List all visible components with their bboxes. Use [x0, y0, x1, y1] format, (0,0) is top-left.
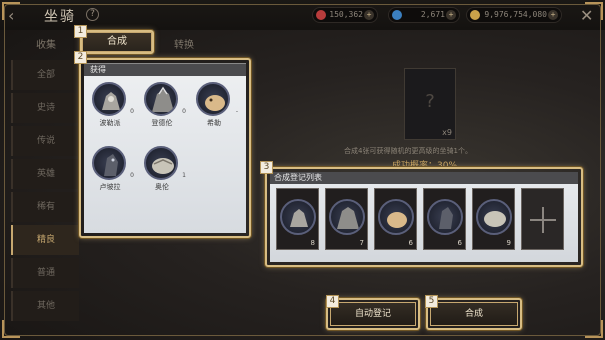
mount-level: - [235, 108, 238, 115]
card-count: 6 [408, 239, 413, 247]
mount-xile-icon [196, 82, 230, 116]
page-title: 坐骑 [44, 9, 76, 25]
mount-name: 波勒派 [99, 119, 121, 127]
acquired-title: 获得 [84, 64, 246, 76]
register-card[interactable]: 6 [374, 188, 417, 250]
currency-gold: 9,976,754,080 + [466, 7, 562, 23]
register-list-title: 合成登记列表 [270, 172, 578, 184]
tutorial-badge-2: 2 [74, 51, 87, 64]
mount-card-1-icon [280, 199, 316, 235]
category-item[interactable]: 英雄 [11, 159, 79, 189]
register-card[interactable]: 8 [276, 188, 319, 250]
tutorial-badge-5: 5 [425, 295, 438, 308]
game-screen: ‹ 坐骑 ? 150,362 + 2,671 + 9,976,754,080 +… [0, 0, 605, 340]
mount-card-2-icon [329, 199, 365, 235]
card-count: 8 [310, 239, 315, 247]
mount-level: 0 [182, 108, 186, 115]
top-bar: ‹ 坐骑 ? 150,362 + 2,671 + 9,976,754,080 +… [0, 0, 605, 30]
currency-blue-value: 2,671 [420, 10, 445, 19]
mount-name: 卢坡拉 [99, 183, 121, 191]
mount-item[interactable]: 0 波勒派 [92, 82, 134, 128]
gold-coin-icon [470, 10, 480, 20]
category-item[interactable]: 其他 [11, 291, 79, 321]
mount-item[interactable]: 0 卢坡拉 [92, 146, 134, 192]
card-count: 6 [457, 239, 462, 247]
synthesis-description: 合成4张可获得随机的更高级的坐骑1个。 [344, 147, 472, 155]
add-currency-icon[interactable]: + [548, 10, 558, 20]
corner-ornament [2, 320, 20, 338]
currency-blue: 2,671 + [388, 7, 460, 23]
tab-convert[interactable]: 转换 [174, 36, 194, 51]
category-item[interactable]: 全部 [11, 60, 79, 90]
category-item[interactable]: 史诗 [11, 93, 79, 123]
category-item[interactable]: 传说 [11, 126, 79, 156]
mount-name: 登德伦 [151, 119, 173, 127]
mount-level: 0 [130, 172, 134, 179]
result-slot: ? x9 [404, 68, 456, 140]
mount-level: 1 [182, 172, 186, 179]
mount-item[interactable]: 0 登德伦 [144, 82, 186, 128]
unknown-mount-icon: ? [425, 91, 435, 112]
category-item-active[interactable]: 精良 [11, 225, 79, 255]
auto-register-button[interactable]: 自动登记 [330, 302, 416, 326]
mount-name: 希勒 [207, 119, 221, 127]
blue-gem-icon [392, 10, 402, 20]
currency-red: 150,362 + [312, 7, 378, 23]
category-item[interactable]: 稀有 [11, 192, 79, 222]
result-count: x9 [442, 128, 452, 137]
corner-ornament [585, 320, 603, 338]
category-list: 全部 史诗 传说 英雄 稀有 精良 普通 其他 [11, 60, 79, 324]
synthesize-button[interactable]: 合成 [430, 302, 518, 326]
mount-name: 奥伦 [155, 183, 169, 191]
tab-collect[interactable]: 收集 [36, 36, 56, 51]
register-card[interactable]: 6 [423, 188, 466, 250]
category-item[interactable]: 普通 [11, 258, 79, 288]
tutorial-badge-3: 3 [260, 161, 273, 174]
tutorial-badge-1: 1 [74, 25, 87, 38]
mount-lupola-icon [92, 146, 126, 180]
mount-aolun-icon [144, 146, 178, 180]
register-card-empty[interactable] [521, 188, 564, 250]
mount-item[interactable]: 1 奥伦 [144, 146, 186, 192]
mount-level: 0 [130, 108, 134, 115]
register-card[interactable]: 9 [472, 188, 515, 250]
card-count: 7 [359, 239, 364, 247]
register-list-panel: 合成登记列表 8 7 6 6 9 [270, 172, 578, 262]
add-currency-icon[interactable]: + [364, 10, 374, 20]
tab-synthesize[interactable]: 合成 [82, 32, 152, 52]
mount-card-5-icon [476, 199, 512, 235]
mount-card-4-icon [427, 199, 463, 235]
mount-item[interactable]: - 希勒 [196, 82, 238, 128]
card-count: 9 [506, 239, 511, 247]
corner-ornament [585, 2, 603, 20]
register-card[interactable]: 7 [325, 188, 368, 250]
acquired-panel: 获得 0 波勒派 0 登德伦 - 希勒 0 卢坡拉 1 奥伦 [84, 63, 246, 233]
add-currency-icon[interactable]: + [446, 10, 456, 20]
currency-red-value: 150,362 [329, 10, 363, 19]
red-gem-icon [316, 10, 326, 20]
corner-ornament [2, 2, 20, 20]
help-icon[interactable]: ? [86, 8, 99, 21]
add-slot-icon [530, 207, 556, 233]
currency-gold-value: 9,976,754,080 [484, 10, 547, 19]
tutorial-badge-4: 4 [326, 295, 339, 308]
mount-dendelun-icon [144, 82, 178, 116]
mount-polepai-icon [92, 82, 126, 116]
mount-card-3-icon [378, 199, 414, 235]
